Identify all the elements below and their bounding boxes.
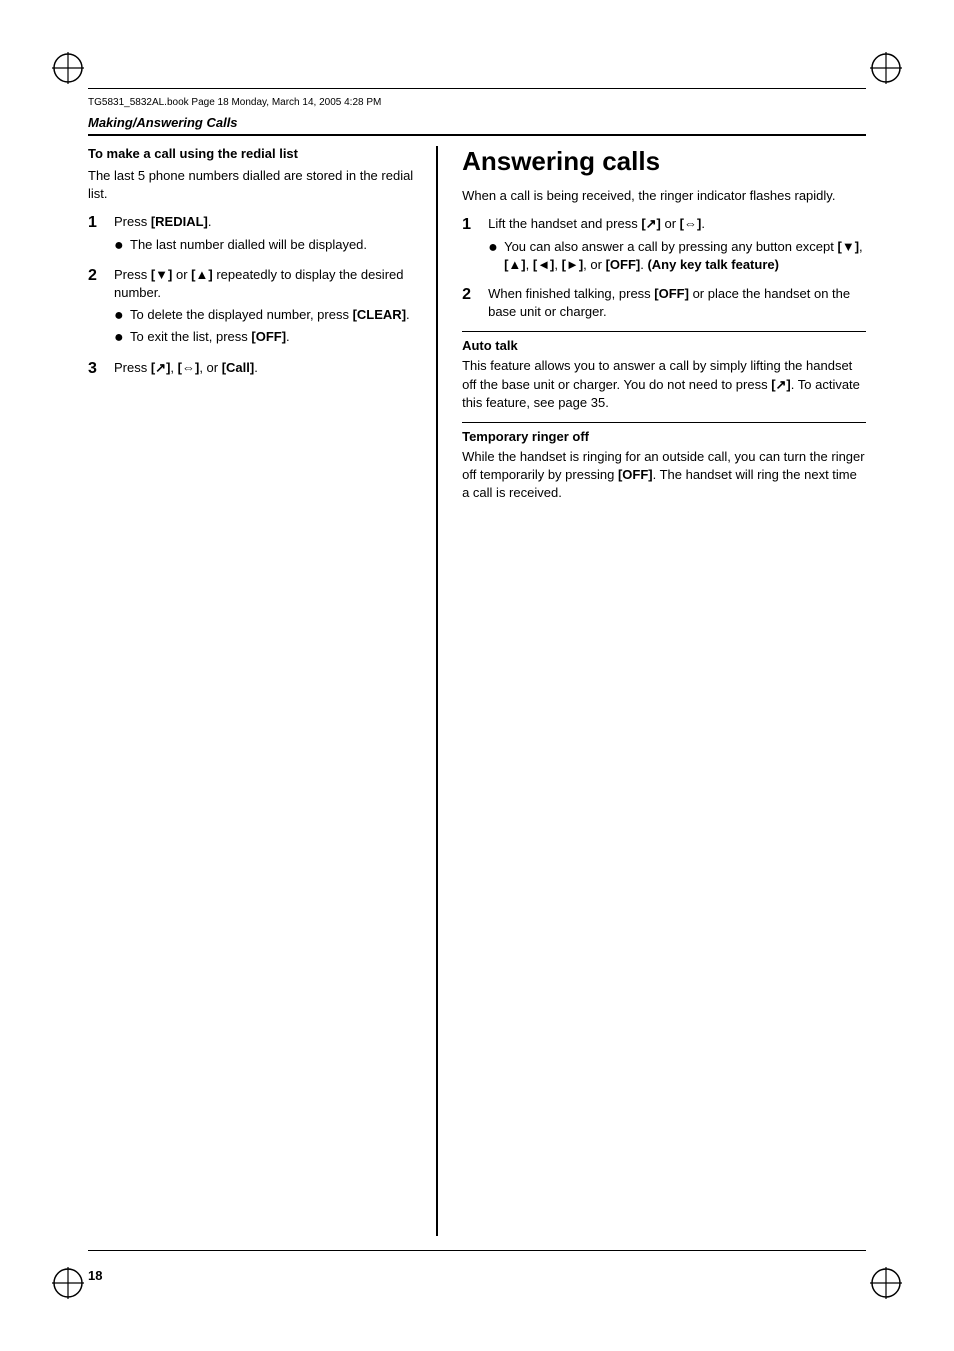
col-right: Answering calls When a call is being rec… [438, 146, 866, 1236]
header-text: TG5831_5832AL.book Page 18 Monday, March… [88, 97, 381, 108]
header-bar: TG5831_5832AL.book Page 18 Monday, March… [88, 88, 866, 108]
corner-mark-tr [868, 50, 904, 86]
ans-step-2: 2 When finished talking, press [OFF] or … [462, 285, 866, 321]
bullet-1-1: ● The last number dialled will be displa… [114, 236, 416, 255]
step-3-content: Press [↗], [⇔], or [Call]. [114, 359, 416, 377]
autotalk-divider [462, 331, 866, 332]
section-heading: Making/Answering Calls [88, 115, 866, 136]
bottom-border [88, 1250, 866, 1251]
corner-mark-br [868, 1265, 904, 1301]
ans-step-2-number: 2 [462, 285, 484, 306]
ans-step-1: 1 Lift the handset and press [↗] or [⇔].… [462, 215, 866, 277]
step-1-bullets: ● The last number dialled will be displa… [114, 236, 416, 255]
bullet-2-1-text: To delete the displayed number, press [C… [130, 306, 416, 324]
bullet-dot: ● [114, 236, 128, 255]
page: TG5831_5832AL.book Page 18 Monday, March… [0, 0, 954, 1351]
ans-step-1-content: Lift the handset and press [↗] or [⇔]. ●… [488, 215, 866, 277]
corner-mark-bl [50, 1265, 86, 1301]
autotalk-text: This feature allows you to answer a call… [462, 357, 866, 412]
answering-intro: When a call is being received, the ringe… [462, 187, 866, 205]
content-area: Making/Answering Calls To make a call us… [88, 115, 866, 1236]
bullet-dot-2-2: ● [114, 328, 128, 347]
step-1-content: Press [REDIAL]. ● The last number dialle… [114, 213, 416, 257]
ans-step-1-number: 1 [462, 215, 484, 236]
bullet-dot-2-1: ● [114, 306, 128, 325]
step-2: 2 Press [▼] or [▲] repeatedly to display… [88, 266, 416, 351]
temp-ringer-divider [462, 422, 866, 423]
step-1-number: 1 [88, 213, 110, 234]
bullet-2-1: ● To delete the displayed number, press … [114, 306, 416, 325]
ans-step-1-bullets: ● You can also answer a call by pressing… [488, 238, 866, 274]
step-3: 3 Press [↗], [⇔], or [Call]. [88, 359, 416, 380]
ans-bullet-1-1: ● You can also answer a call by pressing… [488, 238, 866, 274]
ans-step-2-content: When finished talking, press [OFF] or pl… [488, 285, 866, 321]
page-number: 18 [88, 1268, 102, 1283]
corner-mark-tl [50, 50, 86, 86]
bullet-2-2-text: To exit the list, press [OFF]. [130, 328, 416, 346]
temp-ringer-text: While the handset is ringing for an outs… [462, 448, 866, 503]
ans-bullet-1-1-text: You can also answer a call by pressing a… [504, 238, 866, 274]
temp-ringer-heading: Temporary ringer off [462, 429, 866, 444]
redial-title: To make a call using the redial list [88, 146, 416, 161]
bullet-1-1-text: The last number dialled will be displaye… [130, 236, 416, 254]
step-2-content: Press [▼] or [▲] repeatedly to display t… [114, 266, 416, 351]
step-2-bullets: ● To delete the displayed number, press … [114, 306, 416, 347]
two-col-layout: To make a call using the redial list The… [88, 146, 866, 1236]
step-2-number: 2 [88, 266, 110, 287]
bullet-2-2: ● To exit the list, press [OFF]. [114, 328, 416, 347]
autotalk-heading: Auto talk [462, 338, 866, 353]
redial-intro: The last 5 phone numbers dialled are sto… [88, 167, 416, 203]
step-1: 1 Press [REDIAL]. ● The last number dial… [88, 213, 416, 257]
step-3-number: 3 [88, 359, 110, 380]
col-left: To make a call using the redial list The… [88, 146, 438, 1236]
ans-bullet-dot-1-1: ● [488, 238, 502, 257]
answering-calls-heading: Answering calls [462, 146, 866, 177]
